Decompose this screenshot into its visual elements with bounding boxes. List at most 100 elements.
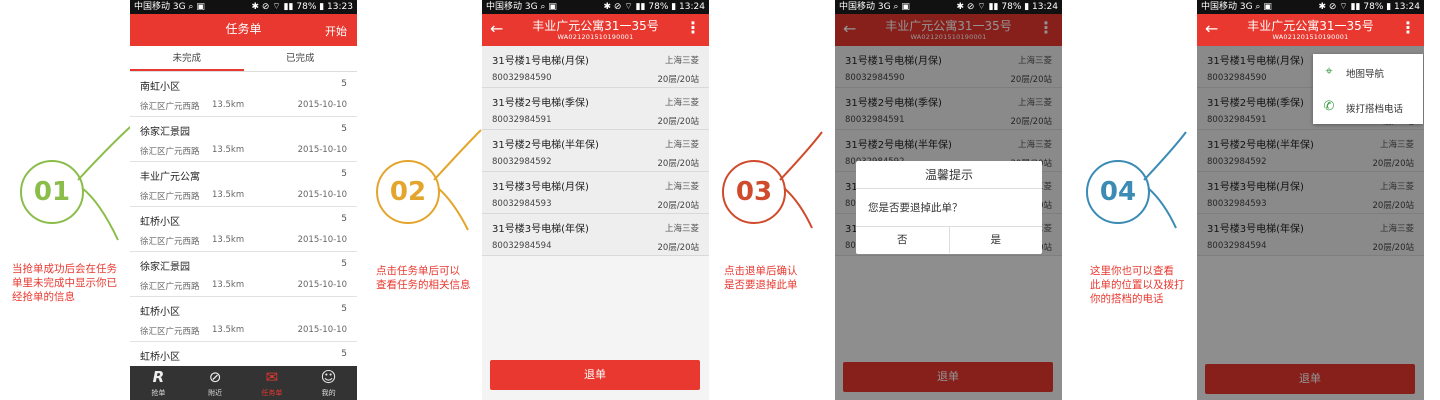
status-bar: 中国移动 3G ⌕ ▣ ✱ ⊘ ⌔ ▮▮ 78% ▮ 13:24 — [835, 0, 1062, 14]
compass-icon: ⊘ — [208, 368, 222, 386]
grab-order-icon: R — [152, 368, 165, 386]
phone-task-list: 中国移动 3G ⌕ ▣ ✱ ⊘ ⌔ ▮▮ 78% ▮ 13:23 任务单 开始 … — [130, 0, 357, 400]
elevator-floors: 20层/20站 — [657, 243, 700, 253]
task-distance: 13.5km — [212, 100, 245, 110]
note-line: 点击退单后确认 — [724, 265, 798, 277]
task-address: 徐汇区广元西路 — [140, 282, 200, 292]
task-distance: 13.5km — [212, 280, 245, 290]
status-bar: 中国移动 3G ⌕ ▣ ✱ ⊘ ⌔ ▮▮ 78% ▮ 13:24 — [482, 0, 709, 14]
more-popup-menu: ⌖ 地图导航 ✆ 拨打搭档电话 — [1313, 54, 1423, 124]
task-count: 5 — [341, 214, 347, 224]
page-title: 任务单 — [225, 22, 262, 36]
dialog-buttons: 否 是 — [856, 227, 1042, 253]
elevator-floors: 20层/20站 — [657, 117, 700, 127]
elevator-code: 80032984590 — [492, 73, 552, 83]
status-left: 中国移动 3G ⌕ ▣ — [1201, 2, 1272, 12]
task-row[interactable]: 徐家汇景园 5 徐汇区广元西路 13.5km 2015-10-10 — [130, 117, 357, 162]
tab-bar: 未完成 已完成 — [130, 46, 357, 72]
task-count: 5 — [341, 124, 347, 134]
task-date: 2015-10-10 — [297, 280, 347, 290]
elevator-code: 80032984593 — [492, 199, 552, 209]
note-line: 当抢单成功后会在任务 — [12, 263, 117, 275]
status-right: ✱ ⊘ ⌔ ▮▮ 78% ▮ 13:24 — [1318, 2, 1420, 12]
menu-item-label: 拨打搭档电话 — [1346, 104, 1404, 115]
more-menu-icon[interactable]: ⋮ — [1400, 20, 1416, 36]
elevator-company: 上海三菱 — [664, 140, 699, 150]
task-list-icon: ✉ — [265, 368, 279, 386]
task-address: 徐汇区广元西路 — [140, 102, 200, 112]
start-button[interactable]: 开始 — [325, 23, 347, 39]
menu-item-call-partner[interactable]: ✆ 拨打搭档电话 — [1313, 89, 1423, 124]
task-distance: 13.5km — [212, 190, 245, 200]
profile-icon: ☺ — [320, 368, 337, 386]
nav-grab-order[interactable]: R 抢单 — [130, 366, 187, 400]
dialog-yes-button[interactable]: 是 — [950, 227, 1043, 253]
task-row[interactable]: 丰业广元公寓 5 徐汇区广元西路 13.5km 2015-10-10 — [130, 162, 357, 207]
note-line: 经抢单的信息 — [12, 291, 75, 303]
task-row[interactable]: 南虹小区 5 徐汇区广元西路 13.5km 2015-10-10 — [130, 72, 357, 117]
task-date: 2015-10-10 — [297, 145, 347, 155]
status-right: ✱ ⊘ ⌔ ▮▮ 78% ▮ 13:24 — [956, 2, 1058, 12]
nav-task-list[interactable]: ✉ 任务单 — [244, 366, 301, 400]
page-title: 丰业广元公寓31一35号 — [1247, 19, 1374, 33]
task-name: 徐家汇景园 — [140, 127, 190, 138]
bottom-nav: R 抢单 ⊘ 附近 ✉ 任务单 ☺ 我的 — [130, 366, 357, 400]
status-left: 中国移动 3G ⌕ ▣ — [486, 2, 557, 12]
elevator-row[interactable]: 31号楼2号电梯(半年保) 上海三菱 80032984592 20层/20站 — [482, 130, 709, 172]
note-line: 是否要退掉此单 — [724, 279, 798, 291]
task-date: 2015-10-10 — [297, 100, 347, 110]
nav-label: 任务单 — [261, 389, 283, 397]
nav-label: 附近 — [208, 389, 223, 397]
task-row[interactable]: 虹桥小区 5 徐汇区广元西路 13.5km 2015-10-10 — [130, 207, 357, 252]
dialog-title: 温馨提示 — [856, 161, 1042, 189]
order-number: WA021201510190001 — [1272, 33, 1349, 41]
task-count: 5 — [341, 304, 347, 314]
return-order-button[interactable]: 退单 — [490, 360, 700, 390]
note-line: 查看任务的相关信息 — [376, 279, 471, 291]
menu-item-label: 地图导航 — [1346, 69, 1385, 80]
dialog-no-button[interactable]: 否 — [856, 227, 950, 253]
elevator-row[interactable]: 31号楼3号电梯(年保) 上海三菱 80032984594 20层/20站 — [482, 214, 709, 256]
task-row[interactable]: 虹桥小区 5 徐汇区广元西路 13.5km 2015-10-10 — [130, 297, 357, 342]
elevator-floors: 20层/20站 — [657, 201, 700, 211]
nav-profile[interactable]: ☺ 我的 — [300, 366, 357, 400]
step-02-note: 点击任务单后可以 查看任务的相关信息 — [376, 264, 471, 292]
task-date: 2015-10-10 — [297, 325, 347, 335]
task-name: 虹桥小区 — [140, 352, 180, 363]
elevator-floors: 20层/20站 — [657, 159, 700, 169]
page-title: 丰业广元公寓31一35号 — [532, 19, 659, 33]
nav-nearby[interactable]: ⊘ 附近 — [187, 366, 244, 400]
phone-more-menu: 中国移动 3G ⌕ ▣ ✱ ⊘ ⌔ ▮▮ 78% ▮ 13:24 ← 丰业广元公… — [1197, 0, 1424, 400]
task-distance: 13.5km — [212, 145, 245, 155]
more-menu-icon[interactable]: ⋮ — [685, 20, 701, 36]
app-bar: ← 丰业广元公寓31一35号 WA021201510190001 ⋮ — [482, 14, 709, 46]
menu-item-map-navigation[interactable]: ⌖ 地图导航 — [1313, 54, 1423, 89]
task-count: 5 — [341, 259, 347, 269]
task-count: 5 — [341, 79, 347, 89]
elevator-company: 上海三菱 — [664, 98, 699, 108]
step-03-note: 点击退单后确认 是否要退掉此单 — [724, 264, 798, 292]
phone-order-detail: 中国移动 3G ⌕ ▣ ✱ ⊘ ⌔ ▮▮ 78% ▮ 13:24 ← 丰业广元公… — [482, 0, 709, 400]
elevator-floors: 20层/20站 — [657, 75, 700, 85]
elevator-row[interactable]: 31号楼3号电梯(月保) 上海三菱 80032984593 20层/20站 — [482, 172, 709, 214]
task-row[interactable]: 徐家汇景园 5 徐汇区广元西路 13.5km 2015-10-10 — [130, 252, 357, 297]
step-01-note: 当抢单成功后会在任务 单里未完成中显示你已 经抢单的信息 — [12, 262, 117, 304]
step-04-note: 这里你也可以查看 此单的位置以及拨打 你的搭档的电话 — [1090, 264, 1185, 306]
phone-icon: ✆ — [1323, 99, 1335, 114]
task-name: 丰业广元公寓 — [140, 172, 200, 183]
elevator-row[interactable]: 31号楼2号电梯(季保) 上海三菱 80032984591 20层/20站 — [482, 88, 709, 130]
task-distance: 13.5km — [212, 325, 245, 335]
phone-confirm-dialog: 中国移动 3G ⌕ ▣ ✱ ⊘ ⌔ ▮▮ 78% ▮ 13:24 ← 丰业广元公… — [835, 0, 1062, 400]
task-distance: 13.5km — [212, 235, 245, 245]
status-right: ✱ ⊘ ⌔ ▮▮ 78% ▮ 13:23 — [251, 2, 353, 12]
status-right: ✱ ⊘ ⌔ ▮▮ 78% ▮ 13:24 — [603, 2, 705, 12]
task-count: 5 — [341, 349, 347, 359]
task-address: 徐汇区广元西路 — [140, 147, 200, 157]
tab-incomplete[interactable]: 未完成 — [130, 46, 244, 71]
task-name: 南虹小区 — [140, 82, 180, 93]
elevator-row[interactable]: 31号楼1号电梯(月保) 上海三菱 80032984590 20层/20站 — [482, 46, 709, 88]
tab-completed[interactable]: 已完成 — [244, 46, 358, 71]
elevator-company: 上海三菱 — [664, 56, 699, 66]
map-navigation-icon: ⌖ — [1325, 64, 1333, 79]
elevator-code: 80032984592 — [492, 157, 552, 167]
